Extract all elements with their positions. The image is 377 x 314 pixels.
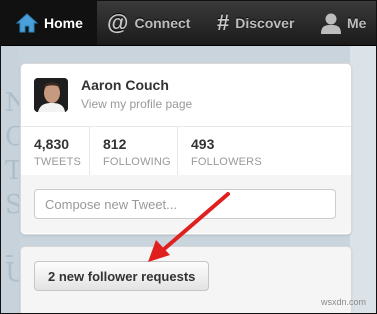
nav-connect-label: Connect <box>134 15 191 31</box>
top-navigation-bar: Home @ Connect # Discover Me <box>1 1 376 46</box>
hash-icon: # <box>217 10 230 35</box>
profile-card: Aaron Couch View my profile page 4,830 T… <box>20 63 352 235</box>
follower-requests-card: 2 new follower requests <box>20 246 352 313</box>
nav-me-label: Me <box>347 15 367 31</box>
stat-following[interactable]: 812 FOLLOWING <box>89 127 178 175</box>
watermark: wsxdn.com <box>320 297 366 307</box>
view-profile-link[interactable]: View my profile page <box>81 97 192 111</box>
stat-tweets-value: 4,830 <box>34 136 70 152</box>
stat-followers[interactable]: 493 FOLLOWERS <box>177 127 352 175</box>
avatar[interactable] <box>34 78 68 112</box>
background-pattern: N C T S - U <box>1 46 19 313</box>
nav-home[interactable]: Home <box>1 1 97 45</box>
stat-tweets[interactable]: 4,830 TWEETS <box>21 127 89 175</box>
nav-connect[interactable]: @ Connect <box>107 1 190 45</box>
stat-followers-label: FOLLOWERS <box>191 156 262 168</box>
compose-tweet-input[interactable] <box>34 189 336 219</box>
stat-following-value: 812 <box>103 136 127 152</box>
stat-tweets-label: TWEETS <box>34 156 82 168</box>
profile-stats: 4,830 TWEETS 812 FOLLOWING 493 FOLLOWERS <box>21 126 351 176</box>
stat-following-label: FOLLOWING <box>103 156 171 168</box>
background-right-column <box>350 46 376 313</box>
nav-discover[interactable]: # Discover <box>217 1 294 45</box>
profile-name[interactable]: Aaron Couch <box>81 77 169 93</box>
at-sign-icon: @ <box>107 10 129 35</box>
nav-home-label: Home <box>44 15 83 31</box>
screenshot-frame: Home @ Connect # Discover Me N C T S - U <box>0 0 377 314</box>
nav-discover-label: Discover <box>235 15 295 31</box>
compose-area <box>21 175 351 233</box>
stat-followers-value: 493 <box>191 136 215 152</box>
follower-requests-button[interactable]: 2 new follower requests <box>34 261 210 291</box>
home-icon <box>16 13 38 33</box>
nav-me[interactable]: Me <box>321 1 366 45</box>
person-icon <box>321 12 341 34</box>
